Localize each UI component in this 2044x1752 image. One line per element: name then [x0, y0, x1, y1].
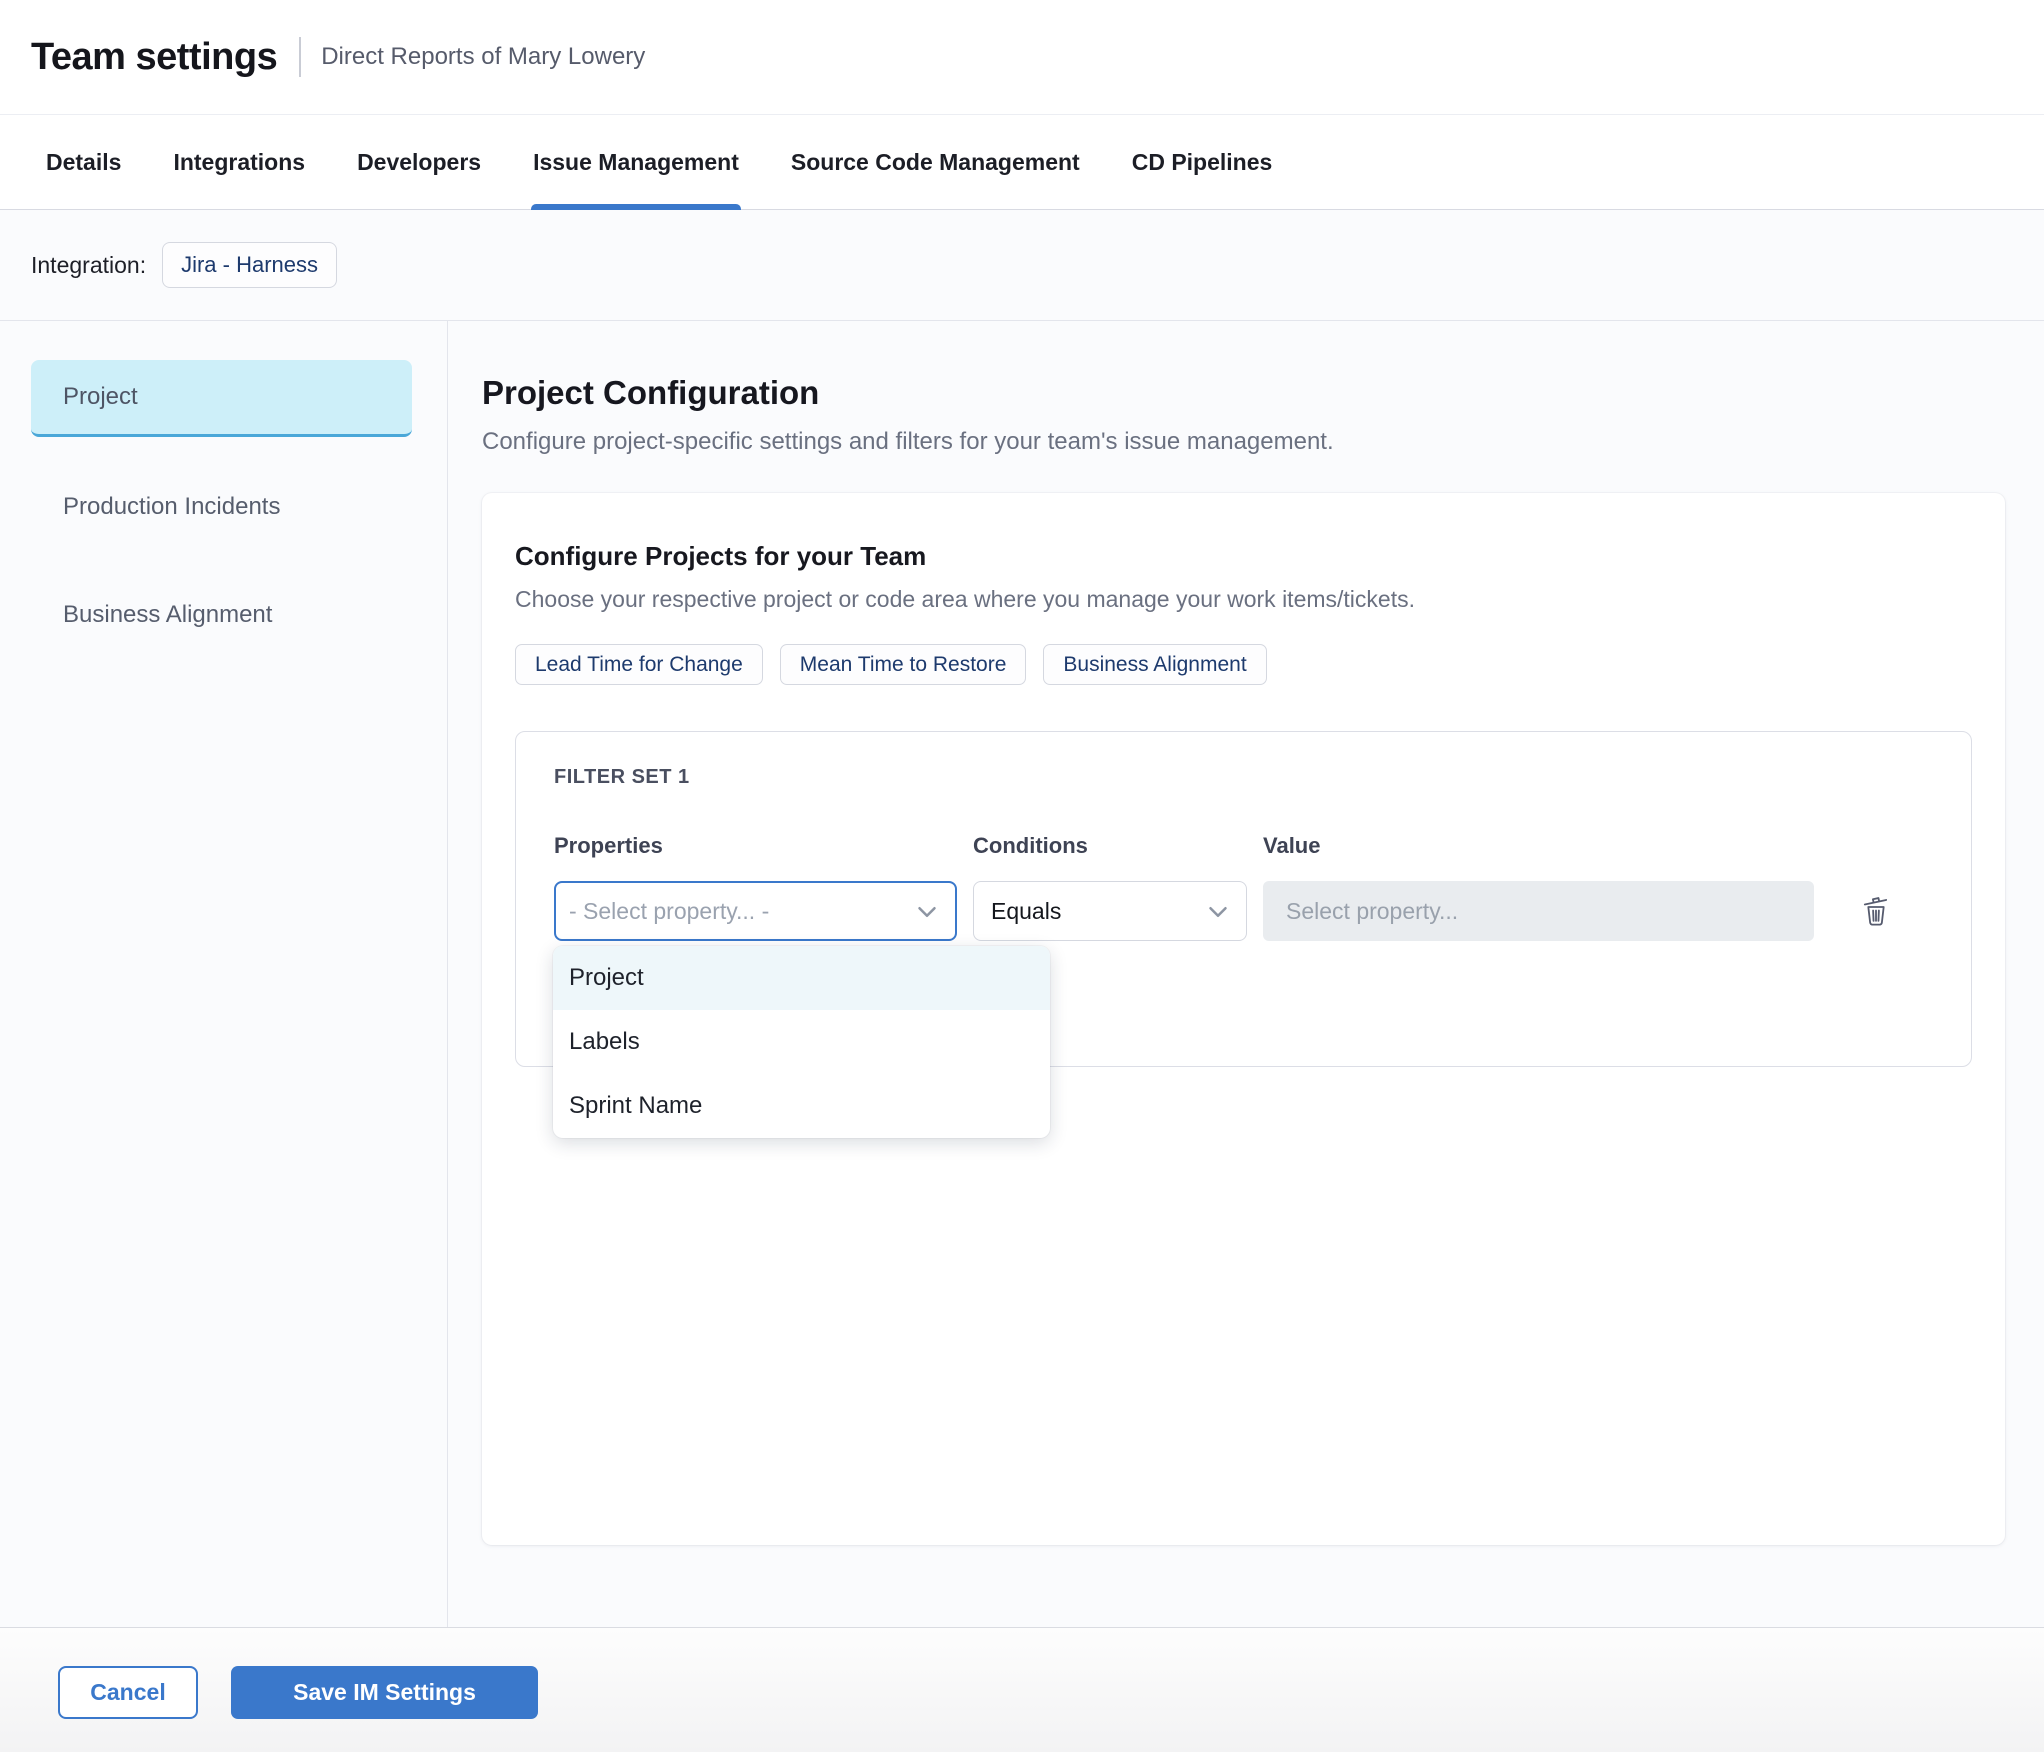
dropdown-option-sprint-name[interactable]: Sprint Name — [553, 1074, 1050, 1138]
section-heading: Project Configuration — [482, 374, 820, 411]
integration-label: Integration: — [31, 251, 147, 278]
tab-developers[interactable]: Developers — [355, 115, 483, 209]
condition-select[interactable]: Equals — [973, 881, 1247, 941]
cancel-button[interactable]: Cancel — [58, 1666, 198, 1719]
dropdown-option-labels[interactable]: Labels — [553, 1010, 1050, 1074]
tab-issue-management[interactable]: Issue Management — [531, 115, 741, 210]
sidebar-item-production-incidents[interactable]: Production Incidents — [31, 468, 412, 545]
filter-column-headers: Properties Conditions Value — [554, 833, 1933, 859]
tab-cd-pipelines[interactable]: CD Pipelines — [1130, 115, 1275, 209]
configure-projects-card: Configure Projects for your Team Choose … — [482, 493, 2005, 1545]
column-label-value: Value — [1263, 833, 1321, 858]
tab-source-code-management[interactable]: Source Code Management — [789, 115, 1082, 209]
sidebar: Project Production Incidents Business Al… — [0, 321, 448, 1627]
delete-filter-button[interactable] — [1858, 891, 1894, 931]
property-select-value: - Select property... - — [569, 897, 770, 924]
property-select[interactable]: - Select property... - Project Labels Sp… — [553, 881, 1050, 1138]
sidebar-item-business-alignment[interactable]: Business Alignment — [31, 576, 412, 653]
page-header: Team settings Direct Reports of Mary Low… — [0, 0, 2044, 115]
column-label-properties: Properties — [554, 833, 663, 858]
card-subtitle: Choose your respective project or code a… — [515, 586, 1415, 612]
page-title: Team settings — [31, 35, 278, 78]
chevron-down-icon — [1208, 898, 1228, 925]
dropdown-option-project[interactable]: Project — [553, 946, 1050, 1010]
integration-chip[interactable]: Jira - Harness — [162, 242, 338, 288]
content-body: Project Production Incidents Business Al… — [0, 321, 2044, 1627]
property-dropdown: Project Labels Sprint Name — [553, 946, 1050, 1138]
column-label-conditions: Conditions — [973, 833, 1088, 858]
filter-set-1: FILTER SET 1 Properties Conditions Value… — [515, 731, 1972, 1138]
team-settings-page: Team settings Direct Reports of Mary Low… — [0, 0, 2044, 1752]
value-input[interactable] — [1263, 881, 1814, 941]
filter-row: - Select property... - Project Labels Sp… — [553, 881, 1933, 1138]
tab-bar: Details Integrations Developers Issue Ma… — [0, 115, 2044, 210]
pill-lead-time-for-change[interactable]: Lead Time for Change — [515, 644, 763, 685]
metric-pills: Lead Time for Change Mean Time to Restor… — [515, 644, 1972, 685]
condition-select-value: Equals — [991, 897, 1062, 924]
footer-bar: Cancel Save IM Settings — [0, 1627, 2044, 1752]
section-subheading: Configure project-specific settings and … — [482, 428, 1334, 455]
sidebar-item-project[interactable]: Project — [31, 360, 412, 437]
tab-details[interactable]: Details — [44, 115, 123, 209]
integration-row: Integration: Jira - Harness — [0, 210, 2044, 321]
pill-mean-time-to-restore[interactable]: Mean Time to Restore — [779, 644, 1027, 685]
chevron-down-icon — [917, 898, 937, 925]
header-divider — [299, 37, 302, 77]
header-subtitle: Direct Reports of Mary Lowery — [321, 43, 646, 70]
card-title: Configure Projects for your Team — [515, 541, 927, 571]
pill-business-alignment[interactable]: Business Alignment — [1043, 644, 1267, 685]
main-panel: Project Configuration Configure project-… — [448, 321, 2044, 1627]
save-im-settings-button[interactable]: Save IM Settings — [231, 1666, 538, 1719]
tab-integrations[interactable]: Integrations — [171, 115, 307, 209]
filter-set-title: FILTER SET 1 — [554, 766, 690, 788]
trash-icon — [1860, 892, 1892, 931]
